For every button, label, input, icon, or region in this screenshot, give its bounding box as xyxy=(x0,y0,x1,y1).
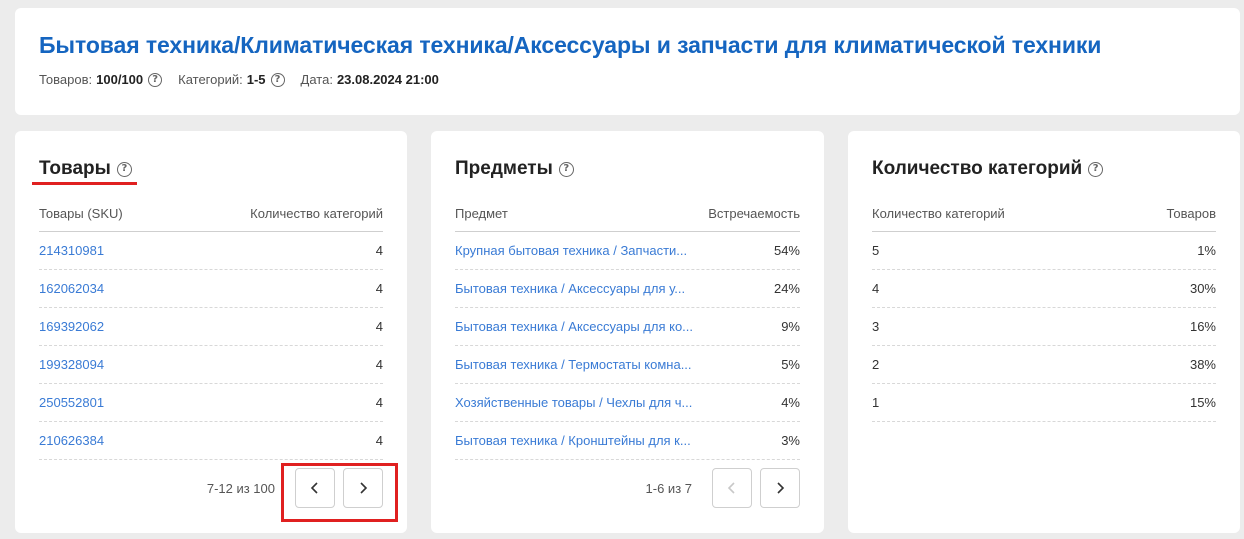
category-count: 1 xyxy=(872,395,880,410)
frequency-value: 4% xyxy=(781,395,800,410)
category-count: 5 xyxy=(872,243,880,258)
products-table: Товары (SKU) Количество категорий 214310… xyxy=(39,195,383,460)
table-row: Бытовая техника / Аксессуары для ко... 9% xyxy=(455,308,800,346)
table-row: 1 15% xyxy=(872,384,1216,422)
category-count: 2 xyxy=(872,357,880,372)
table-row: 250552801 4 xyxy=(39,384,383,422)
question-icon[interactable]: ? xyxy=(116,161,132,177)
subject-link[interactable]: Хозяйственные товары / Чехлы для ч... xyxy=(455,395,692,410)
category-count: 4 xyxy=(375,319,383,334)
red-highlight-annotation xyxy=(281,463,398,522)
table-row: Бытовая техника / Аксессуары для у... 24% xyxy=(455,270,800,308)
subject-link[interactable]: Бытовая техника / Кронштейны для к... xyxy=(455,433,691,448)
table-row: Хозяйственные товары / Чехлы для ч... 4% xyxy=(455,384,800,422)
category-count: 4 xyxy=(375,357,383,372)
meta-products-label: Товаров: xyxy=(39,72,93,87)
categories-card: Количество категорий ? Количество катего… xyxy=(848,131,1240,533)
table-row: 199328094 4 xyxy=(39,346,383,384)
subject-link[interactable]: Крупная бытовая техника / Запчасти... xyxy=(455,243,687,258)
header-card: Бытовая техника/Климатическая техника/Ак… xyxy=(15,8,1240,115)
page-title: Бытовая техника/Климатическая техника/Ак… xyxy=(39,32,1102,58)
subjects-card: Предметы ? Предмет Встречаемость Крупная… xyxy=(431,131,824,533)
question-icon[interactable]: ? xyxy=(148,72,163,87)
category-count: 4 xyxy=(375,395,383,410)
meta-categories: Категорий: 1-5 ? xyxy=(178,72,285,87)
table-header: Предмет Встречаемость xyxy=(455,195,800,232)
table-header: Товары (SKU) Количество категорий xyxy=(39,195,383,232)
products-share: 15% xyxy=(1189,395,1216,410)
pagination-info: 7-12 из 100 xyxy=(206,480,275,496)
subjects-card-title: Предметы ? xyxy=(455,158,574,180)
table-row: 2 38% xyxy=(872,346,1216,384)
column-header-sku: Товары (SKU) xyxy=(39,205,123,221)
column-header-frequency: Встречаемость xyxy=(708,205,800,221)
sku-link[interactable]: 169392062 xyxy=(39,319,104,334)
frequency-value: 9% xyxy=(781,319,800,334)
sku-link[interactable]: 250552801 xyxy=(39,395,104,410)
column-header-products: Товаров xyxy=(1166,205,1216,221)
table-row: 169392062 4 xyxy=(39,308,383,346)
table-row: 5 1% xyxy=(872,232,1216,270)
table-row: 210626384 4 xyxy=(39,422,383,460)
table-row: 4 30% xyxy=(872,270,1216,308)
next-page-button[interactable] xyxy=(760,468,800,508)
products-share: 38% xyxy=(1189,357,1216,372)
table-row: 3 16% xyxy=(872,308,1216,346)
sku-link[interactable]: 199328094 xyxy=(39,357,104,372)
subjects-pagination: 1-6 из 7 xyxy=(646,468,800,508)
category-count: 3 xyxy=(872,319,880,334)
frequency-value: 5% xyxy=(781,357,800,372)
products-card-title: Товары ? xyxy=(39,158,132,180)
sku-link[interactable]: 210626384 xyxy=(39,433,104,448)
chevron-left-icon xyxy=(727,482,735,494)
red-underline-annotation xyxy=(32,182,137,185)
products-title-text: Товары xyxy=(39,158,111,179)
table-row: 162062034 4 xyxy=(39,270,383,308)
subjects-title-text: Предметы xyxy=(455,158,553,179)
products-share: 1% xyxy=(1197,243,1216,258)
question-icon[interactable]: ? xyxy=(1088,161,1104,177)
question-icon[interactable]: ? xyxy=(270,72,285,87)
category-count: 4 xyxy=(375,433,383,448)
frequency-value: 54% xyxy=(773,243,800,258)
products-share: 16% xyxy=(1189,319,1216,334)
meta-date-value: 23.08.2024 21:00 xyxy=(336,72,439,87)
meta-products: Товаров: 100/100 ? xyxy=(39,72,163,87)
sku-link[interactable]: 214310981 xyxy=(39,243,104,258)
column-header-subject: Предмет xyxy=(455,205,508,221)
frequency-value: 24% xyxy=(773,281,800,296)
meta-products-value: 100/100 xyxy=(96,72,144,87)
table-row: Крупная бытовая техника / Запчасти... 54% xyxy=(455,232,800,270)
question-icon[interactable]: ? xyxy=(558,161,574,177)
meta-date-label: Дата: xyxy=(300,72,333,87)
meta-categories-label: Категорий: xyxy=(178,72,243,87)
category-count: 4 xyxy=(375,281,383,296)
subject-link[interactable]: Бытовая техника / Термостаты комна... xyxy=(455,357,692,372)
prev-page-button[interactable] xyxy=(712,468,752,508)
products-share: 30% xyxy=(1189,281,1216,296)
table-row: Бытовая техника / Термостаты комна... 5% xyxy=(455,346,800,384)
categories-title-text: Количество категорий xyxy=(872,158,1083,179)
categories-card-title: Количество категорий ? xyxy=(872,158,1104,180)
table-row: 214310981 4 xyxy=(39,232,383,270)
table-row: Бытовая техника / Кронштейны для к... 3% xyxy=(455,422,800,460)
column-header-category-count: Количество категорий xyxy=(250,205,383,221)
category-count: 4 xyxy=(375,243,383,258)
chevron-right-icon xyxy=(777,482,785,494)
subject-link[interactable]: Бытовая техника / Аксессуары для у... xyxy=(455,281,685,296)
pagination-info: 1-6 из 7 xyxy=(645,480,692,496)
sku-link[interactable]: 162062034 xyxy=(39,281,104,296)
categories-table: Количество категорий Товаров 5 1% 4 30% 3 1… xyxy=(872,195,1216,422)
column-header-category-count: Количество категорий xyxy=(872,205,1005,221)
category-count: 4 xyxy=(872,281,880,296)
meta-categories-value: 1-5 xyxy=(246,72,266,87)
subject-link[interactable]: Бытовая техника / Аксессуары для ко... xyxy=(455,319,693,334)
table-header: Количество категорий Товаров xyxy=(872,195,1216,232)
frequency-value: 3% xyxy=(781,433,800,448)
subjects-table: Предмет Встречаемость Крупная бытовая те… xyxy=(455,195,800,460)
meta-date: Дата: 23.08.2024 21:00 xyxy=(301,72,439,87)
meta-row: Товаров: 100/100 ? Категорий: 1-5 ? Дата… xyxy=(39,72,455,87)
